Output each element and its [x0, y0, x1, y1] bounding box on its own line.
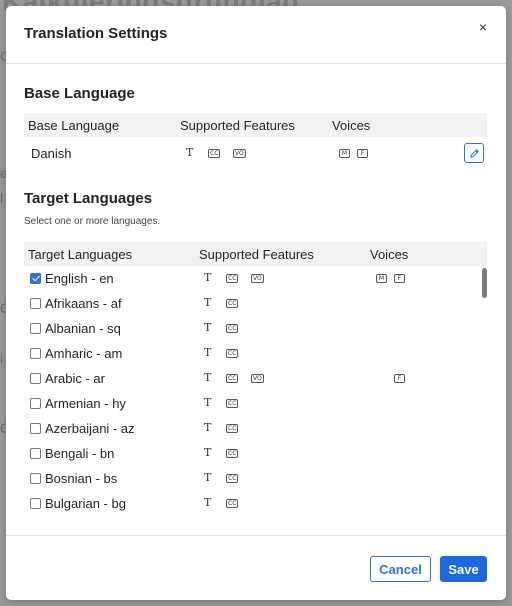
language-label[interactable]: Amharic - am [45, 346, 122, 361]
language-label[interactable]: Arabic - ar [45, 371, 105, 386]
vo-feature-icon: VO [251, 374, 264, 383]
cc-feature-icon: CC [226, 424, 239, 433]
language-row[interactable]: Albanian - sq T CC [24, 316, 487, 341]
language-row[interactable]: Bulgarian - bg T CC [24, 491, 487, 511]
target-languages-list[interactable]: English - en T CC VO M F Afrikaans - af T CC Alba… [6, 266, 506, 511]
cc-feature-icon: CC [226, 349, 239, 358]
text-feature-icon: T [204, 321, 212, 334]
language-checkbox[interactable] [30, 448, 41, 459]
language-row[interactable]: Armenian - hy T CC [24, 391, 487, 416]
cc-feature-icon: CC [226, 399, 239, 408]
modal-footer: Cancel Save [6, 535, 506, 600]
cc-feature-icon: CC [226, 499, 239, 508]
language-label[interactable]: Bosnian - bs [45, 471, 117, 486]
language-checkbox[interactable] [30, 423, 41, 434]
language-label[interactable]: Albanian - sq [45, 321, 121, 336]
column-header-language: Base Language [28, 118, 120, 133]
modal-title: Translation Settings [24, 25, 168, 42]
target-languages-table-header: Target Languages Supported Features Voic… [24, 242, 487, 266]
language-label[interactable]: English - en [45, 271, 114, 286]
female-voice-icon: F [394, 374, 405, 383]
modal-header: Translation Settings × [6, 6, 506, 64]
column-header-features: Supported Features [199, 247, 314, 262]
vo-feature-icon: VO [251, 274, 264, 283]
list-scrollbar[interactable] [482, 268, 487, 298]
language-checkbox[interactable] [30, 323, 41, 334]
text-feature-icon: T [204, 346, 212, 359]
text-feature-icon: T [204, 396, 212, 409]
target-languages-title: Target Languages [24, 190, 153, 207]
language-row[interactable]: Afrikaans - af T CC [24, 291, 487, 316]
background-fragment: l [0, 190, 4, 206]
vo-feature-icon: VO [233, 149, 246, 158]
close-icon: × [478, 19, 488, 35]
language-label[interactable]: Bulgarian - bg [45, 496, 126, 511]
female-voice-icon: F [394, 274, 405, 283]
language-checkbox[interactable] [30, 398, 41, 409]
pencil-icon [469, 148, 479, 158]
save-button[interactable]: Save [440, 556, 487, 582]
male-voice-icon: M [339, 149, 350, 158]
cc-feature-icon: CC [226, 474, 239, 483]
language-checkbox[interactable] [30, 373, 41, 384]
text-feature-icon: T [204, 446, 212, 459]
base-language-table-header: Base Language Supported Features Voices [24, 113, 487, 137]
base-language-title: Base Language [24, 85, 135, 102]
language-label[interactable]: Armenian - hy [45, 396, 126, 411]
language-row[interactable]: Bosnian - bs T CC [24, 466, 487, 491]
close-button[interactable]: × [472, 16, 494, 38]
column-header-features: Supported Features [180, 118, 295, 133]
language-checkbox[interactable] [30, 473, 41, 484]
background-fragment: i [0, 350, 4, 366]
language-checkbox[interactable] [30, 298, 41, 309]
edit-base-language-button[interactable] [464, 143, 484, 163]
base-language-row: Danish T CC VO M F [24, 141, 487, 166]
text-feature-icon: T [204, 471, 212, 484]
text-feature-icon: T [204, 371, 212, 384]
male-voice-icon: M [376, 274, 387, 283]
cc-feature-icon: CC [226, 374, 239, 383]
text-feature-icon: T [204, 421, 212, 434]
language-row[interactable]: Bengali - bn T CC [24, 441, 487, 466]
language-checkbox[interactable] [30, 348, 41, 359]
language-row[interactable]: Amharic - am T CC [24, 341, 487, 366]
column-header-voices: Voices [370, 247, 409, 262]
language-row[interactable]: English - en T CC VO M F [24, 266, 487, 291]
cc-feature-icon: CC [208, 149, 221, 158]
language-checkbox[interactable] [30, 273, 41, 284]
text-feature-icon: T [186, 146, 194, 159]
text-feature-icon: T [204, 496, 212, 509]
target-languages-helper: Select one or more languages. [24, 216, 161, 227]
translation-settings-modal: Translation Settings × Base Language Bas… [6, 6, 506, 600]
cc-feature-icon: CC [226, 299, 239, 308]
female-voice-icon: F [357, 149, 368, 158]
column-header-voices: Voices [332, 118, 371, 133]
base-language-name: Danish [31, 146, 72, 161]
language-checkbox[interactable] [30, 498, 41, 509]
language-label[interactable]: Bengali - bn [45, 446, 114, 461]
column-header-language: Target Languages [28, 247, 133, 262]
cancel-button[interactable]: Cancel [370, 556, 431, 582]
language-row[interactable]: Arabic - ar T CC VO F [24, 366, 487, 391]
cc-feature-icon: CC [226, 449, 239, 458]
text-feature-icon: T [204, 271, 212, 284]
cc-feature-icon: CC [226, 274, 239, 283]
language-label[interactable]: Afrikaans - af [45, 296, 122, 311]
language-label[interactable]: Azerbaijani - az [45, 421, 135, 436]
language-row[interactable]: Azerbaijani - az T CC [24, 416, 487, 441]
cc-feature-icon: CC [226, 324, 239, 333]
text-feature-icon: T [204, 296, 212, 309]
